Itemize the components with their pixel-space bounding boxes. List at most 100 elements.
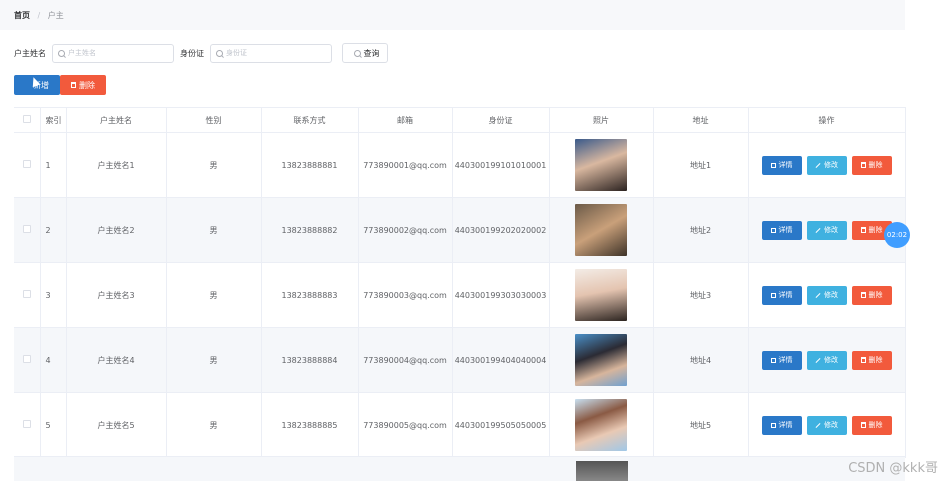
cell-operations: 详情 修改 删除 [748,197,906,263]
cell-email: 773890004@qq.com [358,327,453,393]
row-checkbox[interactable] [22,355,31,363]
id-search-input[interactable]: 身份证 [210,43,332,63]
add-button[interactable]: 新增 [14,75,60,95]
delete-button[interactable]: 删除 [851,350,892,370]
action-bar: 新增 删除 [14,75,106,95]
row-checkbox[interactable] [22,160,31,168]
trash-icon [860,357,866,363]
detail-icon [770,162,776,168]
header-idcard: 身份证 [452,107,550,133]
cell-gender: 男 [166,392,262,458]
avatar-photo[interactable] [575,399,627,451]
edit-icon [815,162,821,168]
delete-label: 删除 [868,226,883,234]
delete-button[interactable]: 删除 [851,285,892,305]
header-name: 户主姓名 [66,107,167,133]
avatar-photo[interactable] [576,461,628,481]
avatar-photo[interactable] [575,269,627,321]
cell-index: 2 [40,197,67,263]
detail-label: 详情 [778,356,793,364]
timer-badge[interactable]: 02:02 [884,222,910,248]
trash-icon [71,82,76,88]
edit-icon [815,357,821,363]
cell-photo [549,262,654,328]
table-header-row: 索引 户主姓名 性别 联系方式 邮箱 身份证 照片 地址 操作 [14,107,906,133]
cell-operations: 详情 修改 删除 [748,132,906,198]
row-checkbox[interactable] [22,420,31,428]
select-all-checkbox[interactable] [22,115,31,123]
avatar-photo[interactable] [575,204,627,256]
query-button[interactable]: 查询 [342,43,388,63]
cell-idcard: 440300199101010001 [452,132,550,198]
edit-button[interactable]: 修改 [806,220,847,240]
cell-address: 地址1 [653,132,749,198]
detail-icon [770,227,776,233]
cell-name: 户主姓名4 [66,327,167,393]
cell-photo [549,132,654,198]
detail-button[interactable]: 详情 [761,285,802,305]
avatar-photo[interactable] [575,139,627,191]
cell-idcard: 440300199202020002 [452,197,550,263]
detail-icon [770,357,776,363]
edit-button[interactable]: 修改 [806,350,847,370]
header-index: 索引 [40,107,67,133]
detail-button[interactable]: 详情 [761,350,802,370]
cell-operations: 详情 修改 删除 [748,327,906,393]
delete-button[interactable]: 删除 [851,155,892,175]
detail-label: 详情 [778,421,793,429]
cell-address: 地址5 [653,392,749,458]
id-label: 身份证 [180,48,204,58]
detail-label: 详情 [778,161,793,169]
delete-label: 删除 [868,161,883,169]
delete-button[interactable]: 删除 [851,415,892,435]
id-placeholder: 身份证 [226,49,247,57]
cell-index: 3 [40,262,67,328]
breadcrumb-current: 户主 [47,11,64,20]
cell-gender: 男 [166,132,262,198]
cell-idcard: 440300199303030003 [452,262,550,328]
cell-gender: 男 [166,197,262,263]
edit-button[interactable]: 修改 [806,155,847,175]
edit-button[interactable]: 修改 [806,415,847,435]
delete-label: 删除 [868,421,883,429]
cell-name: 户主姓名3 [66,262,167,328]
row-checkbox[interactable] [22,225,31,233]
table-row: 1 户主姓名1 男 13823888881 773890001@qq.com 4… [14,132,906,198]
search-form: 户主姓名 户主姓名 身份证 身份证 查询 [14,43,388,63]
cell-operations: 详情 修改 删除 [748,262,906,328]
edit-label: 修改 [824,356,838,364]
trash-icon [860,162,866,168]
detail-button[interactable]: 详情 [761,220,802,240]
table-row: 5 户主姓名5 男 13823888885 773890005@qq.com 4… [14,392,906,458]
edit-icon [815,422,821,428]
edit-button[interactable]: 修改 [806,285,847,305]
cell-index: 4 [40,327,67,393]
cell-name: 户主姓名1 [66,132,167,198]
cell-email: 773890005@qq.com [358,392,453,458]
cell-index: 5 [40,392,67,458]
detail-label: 详情 [778,226,793,234]
header-gender: 性别 [166,107,262,133]
name-search-input[interactable]: 户主姓名 [52,43,174,63]
search-icon [58,49,65,57]
breadcrumb: 首页 / 户主 [14,10,64,21]
cell-photo [549,197,654,263]
cell-phone: 13823888885 [261,392,359,458]
detail-icon [770,422,776,428]
edit-icon [815,227,821,233]
cell-index: 1 [40,132,67,198]
edit-label: 修改 [824,421,838,429]
header-operations: 操作 [748,107,906,133]
header-address: 地址 [653,107,749,133]
row-checkbox[interactable] [22,290,31,298]
detail-button[interactable]: 详情 [761,415,802,435]
cell-address: 地址4 [653,327,749,393]
detail-icon [770,292,776,298]
detail-button[interactable]: 详情 [761,155,802,175]
cell-phone: 13823888881 [261,132,359,198]
breadcrumb-home[interactable]: 首页 [14,11,30,20]
cell-name: 户主姓名5 [66,392,167,458]
cell-phone: 13823888883 [261,262,359,328]
batch-delete-button[interactable]: 删除 [60,75,106,95]
avatar-photo[interactable] [575,334,627,386]
